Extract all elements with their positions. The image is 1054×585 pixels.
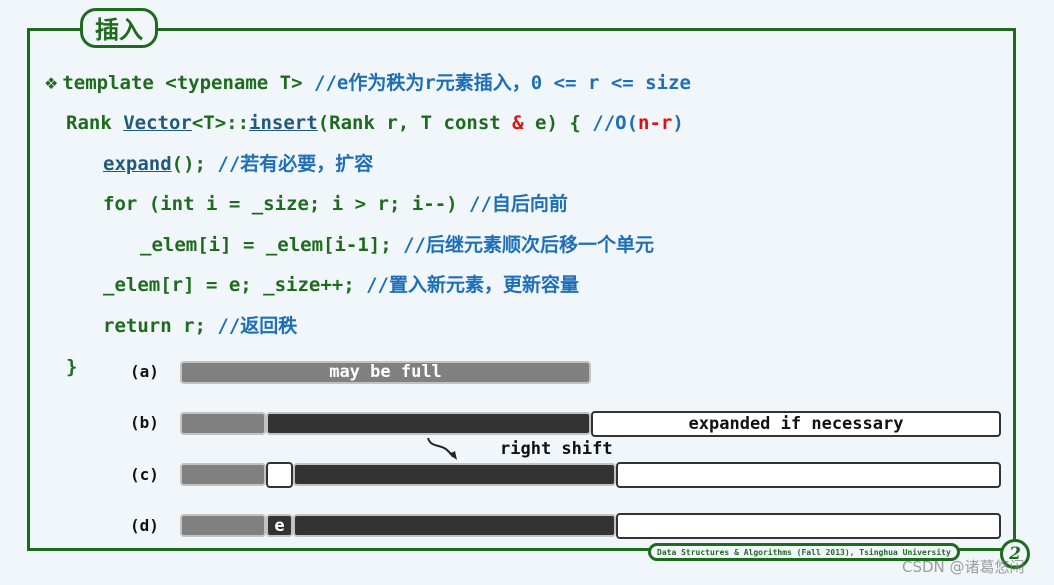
code-text: } [66,356,78,378]
code-line-5: _elem[i] = _elem[i-1]; //后继元素顺次后移一个单元 [140,230,654,260]
code-comment: //后继元素顺次后移一个单元 [403,234,654,256]
code-line-3: expand(); //若有必要，扩容 [103,149,373,179]
code-comment: ) [672,112,684,134]
slide-title: 插入 [80,8,158,48]
code-line-2: Rank Vector<T>::insert(Rank r, T const &… [66,108,684,138]
code-line-8: } [66,352,77,382]
method-link[interactable]: expand [103,153,172,175]
code-highlight: n-r [638,112,673,134]
code-text: Rank [66,112,124,134]
code-text: (); [171,153,218,175]
code-line-1: ❖ template <typename T> //e作为秩为r元素插入，0 <=… [44,68,691,98]
bar-a-full: may be full [180,361,591,384]
method-link[interactable]: insert [249,112,318,134]
row-label-d: (d) [130,516,159,535]
code-comment: //自后向前 [469,193,568,215]
bar-d-suffix [293,514,616,537]
bar-c-free [616,462,1001,488]
code-comment: //返回秩 [217,315,298,337]
row-label-a: (a) [130,362,159,381]
code-highlight: & [512,112,524,134]
diamond-bullet-icon: ❖ [44,74,59,93]
right-shift-label: right shift [500,439,613,459]
curved-arrow-icon [427,437,457,460]
code-text: _elem[i] = _elem[i-1]; [140,234,404,256]
code-comment: //若有必要，扩容 [217,153,374,175]
code-line-6: _elem[r] = e; _size++; //置入新元素，更新容量 [103,270,579,300]
row-label-b: (b) [130,413,159,432]
code-comment: e作为秩为r元素插入，0 <= r <= size [336,72,691,94]
code-text: for (int i = _size; i > r; i--) [103,193,470,215]
code-line-4: for (int i = _size; i > r; i--) //自后向前 [103,189,568,219]
bar-b-expanded: expanded if necessary [591,411,1001,437]
code-line-7: return r; //返回秩 [103,311,297,341]
bar-d-inserted: e [266,514,293,537]
watermark: CSDN @诸葛悠闲 [902,558,1025,576]
bar-d-free [616,513,1001,539]
code-comment: //O( [592,112,639,134]
code-text: (Rank r, T const [317,112,513,134]
bar-d-prefix [180,514,266,537]
bar-b-prefix [180,412,266,435]
code-text: e) { [523,112,593,134]
bar-c-suffix [293,463,616,486]
bar-b-suffix [266,412,591,435]
code-comment: // [314,72,337,94]
bar-c-prefix [180,463,266,486]
code-text: return r; [103,315,218,337]
bar-c-gap [266,462,293,488]
row-label-c: (c) [130,465,159,484]
code-comment: //置入新元素，更新容量 [366,274,579,296]
code-text: <T>:: [191,112,250,134]
class-link[interactable]: Vector [123,112,192,134]
code-text: _elem[r] = e; _size++; [103,274,367,296]
code-text: template <typename T> [62,72,315,94]
